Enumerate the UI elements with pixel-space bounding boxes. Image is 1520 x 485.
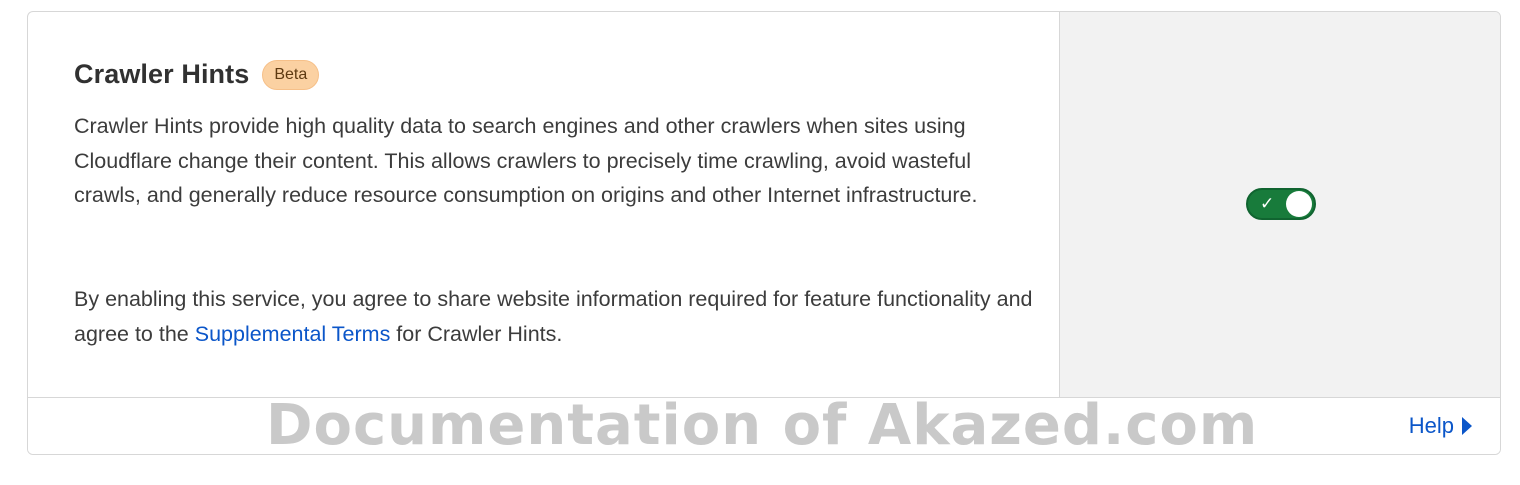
title-row: Crawler Hints Beta (74, 59, 320, 90)
agreement-text: By enabling this service, you agree to s… (74, 282, 1034, 351)
help-link[interactable]: Help (1409, 413, 1472, 439)
help-label: Help (1408, 413, 1454, 438)
watermark-text: Documentation of Akazed.com (266, 393, 1259, 455)
crawler-hints-card: Crawler Hints Beta Crawler Hints provide… (27, 11, 1501, 455)
setting-title: Crawler Hints (74, 59, 250, 89)
caret-right-icon (1462, 417, 1472, 435)
card-footer: Documentation of Akazed.com Help (28, 393, 1500, 454)
check-icon: ✓ (1260, 194, 1275, 214)
setting-control-pane: ✓ (1060, 12, 1500, 397)
beta-badge: Beta (262, 59, 320, 90)
supplemental-terms-link[interactable]: Supplemental Terms (195, 322, 391, 346)
setting-description: Crawler Hints provide high quality data … (74, 114, 978, 207)
crawler-hints-toggle[interactable]: ✓ (1246, 188, 1316, 220)
agreement-suffix: for Crawler Hints. (390, 321, 563, 346)
setting-description-pane: Crawler Hints Beta Crawler Hints provide… (28, 12, 1060, 397)
toggle-knob (1286, 191, 1312, 217)
